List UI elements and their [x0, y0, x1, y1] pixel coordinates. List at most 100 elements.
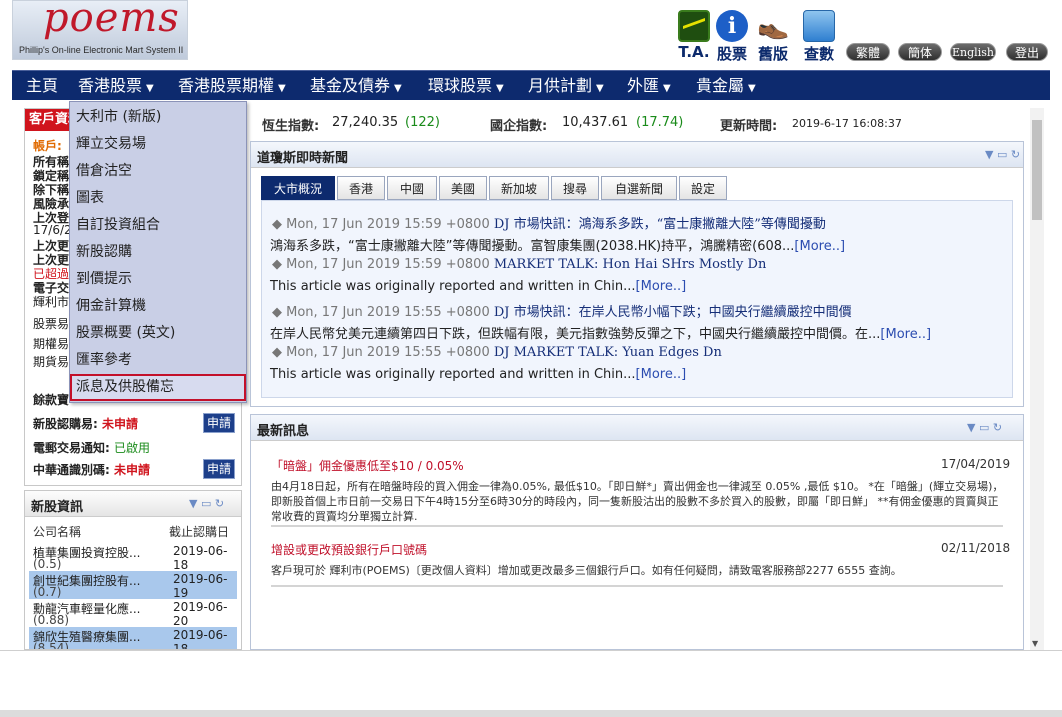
nav-hk-stocks[interactable]: 香港股票 ▼	[78, 71, 154, 101]
old-version-tool-button[interactable]: 👞 舊版	[753, 10, 793, 64]
more-link[interactable]: [More..]	[636, 279, 687, 294]
logout-button[interactable]: 登出	[1006, 43, 1048, 61]
list-item[interactable]: 創世紀集團控股有... (0.7) 2019-06-19	[29, 571, 237, 600]
menu-item-bull-market[interactable]: 大利市 (新版)	[70, 104, 246, 131]
more-link[interactable]: [More..]	[636, 367, 687, 382]
panel-controls-icon[interactable]: ▼ ▭ ↻	[985, 148, 1020, 161]
client-row[interactable]: 輝利市	[33, 293, 69, 310]
update-time-value: 2019-6-17 16:08:37	[792, 117, 902, 130]
stock-tool-button[interactable]: i 股票	[712, 10, 752, 64]
announcement-title[interactable]: 「暗盤」佣金優惠低至$10 / 0.05%	[271, 457, 464, 474]
menu-item-custom-portfolio[interactable]: 自訂投資組合	[70, 212, 246, 239]
chevron-down-icon: ▼	[496, 83, 504, 94]
old-version-label: 舊版	[757, 45, 788, 63]
stock-label: 股票	[716, 45, 747, 63]
more-link[interactable]: [More..]	[794, 239, 845, 254]
shoe-icon: 👞	[757, 11, 790, 41]
col-company-name: 公司名稱	[33, 525, 82, 539]
list-item[interactable]: 錦欣生殖醫療集團... (8.54) 2019-06-18	[29, 627, 237, 649]
scrollbar-thumb[interactable]	[1032, 120, 1042, 220]
scroll-down-icon[interactable]: ▼	[1032, 639, 1038, 648]
news-title-link[interactable]: DJ 市場快訊：鴻海系多跌，“富士康撇離大陸”等傳聞擾動	[494, 217, 826, 232]
nav-home[interactable]: 主頁	[26, 71, 58, 101]
news-summary: This article was originally reported and…	[270, 279, 687, 294]
hsi-change: (122)	[405, 115, 440, 130]
list-item[interactable]: ◆ Mon, 17 Jun 2019 15:55 +0800 DJ MARKET…	[272, 345, 722, 360]
nav-precious-metals[interactable]: 貴金屬 ▼	[696, 71, 756, 101]
chart-icon	[678, 10, 710, 42]
traditional-chinese-button[interactable]: 繁體	[846, 43, 890, 61]
tab-settings[interactable]: 設定	[679, 176, 727, 200]
nav-monthly-plan[interactable]: 月供計劃 ▼	[528, 71, 604, 101]
divider	[271, 525, 1003, 527]
more-link[interactable]: [More..]	[880, 327, 931, 342]
news-title-link[interactable]: DJ 市場快訊：在岸人民幣小幅下跌；中國央行繼續嚴控中間價	[494, 305, 852, 320]
ta-tool-button[interactable]: T.A.	[674, 10, 714, 61]
news-title-link[interactable]: MARKET TALK: Hon Hai SHrs Mostly Dn	[494, 257, 766, 272]
logo-tagline: Phillip's On-line Electronic Mart System…	[19, 45, 184, 55]
simplified-chinese-button[interactable]: 簡体	[898, 43, 942, 61]
nav-forex[interactable]: 外匯 ▼	[627, 71, 671, 101]
panel-controls-icon[interactable]: ▼ ▭ ↻	[967, 421, 1002, 434]
list-item[interactable]: ◆ Mon, 17 Jun 2019 15:59 +0800 MARKET TA…	[272, 257, 766, 272]
list-item[interactable]: 植華集團投資控股... (0.5) 2019-06-18	[29, 543, 237, 572]
list-item[interactable]: 勳龍汽車輕量化應... (0.88) 2019-06-20	[29, 599, 237, 628]
email-notice-status: 已啟用	[114, 441, 151, 455]
menu-item-charts[interactable]: 圖表	[70, 185, 246, 212]
china-connect-apply-button[interactable]: 申請	[203, 459, 235, 479]
divider	[271, 585, 1003, 587]
chevron-down-icon: ▼	[394, 83, 402, 94]
menu-item-exchange-rate[interactable]: 匯率參考	[70, 347, 246, 374]
news-panel-title: 道瓊斯即時新聞	[257, 151, 349, 166]
announcement-body: 客戶現可於 輝利市(POEMS)〔更改個人資料〕增加或更改最多三個銀行戶口。如有…	[271, 564, 902, 577]
menu-item-ipo-subscription[interactable]: 新股認購	[70, 239, 246, 266]
list-item[interactable]: ◆ Mon, 17 Jun 2019 15:55 +0800 DJ 市場快訊：在…	[272, 301, 852, 320]
header: poems Phillip's On-line Electronic Mart …	[0, 0, 1062, 68]
news-list: ◆ Mon, 17 Jun 2019 15:59 +0800 DJ 市場快訊：鴻…	[261, 200, 1013, 398]
menu-item-commission-calculator[interactable]: 佣金計算機	[70, 293, 246, 320]
tab-hong-kong[interactable]: 香港	[337, 176, 385, 200]
page-scrollbar[interactable]: ▼	[1030, 108, 1044, 650]
tab-singapore[interactable]: 新加坡	[489, 176, 549, 200]
english-button[interactable]: English	[950, 43, 996, 61]
chevron-down-icon: ▼	[146, 83, 154, 94]
client-info-heading: 客戶資料	[25, 109, 71, 131]
latest-panel-title: 最新訊息	[257, 424, 310, 439]
announcement-title[interactable]: 增設或更改預設銀行戶口號碼	[271, 541, 427, 558]
list-item[interactable]: ◆ Mon, 17 Jun 2019 15:59 +0800 DJ 市場快訊：鴻…	[272, 213, 826, 232]
poems-logo[interactable]: poems Phillip's On-line Electronic Mart …	[12, 0, 188, 60]
update-time-label: 更新時間:	[720, 119, 778, 134]
menu-item-trading-hall[interactable]: 輝立交易場	[70, 131, 246, 158]
latest-panel-header: 最新訊息 ▼ ▭ ↻	[251, 415, 1023, 441]
ipo-label: 新股認購易: 未申請	[33, 417, 139, 431]
tab-usa[interactable]: 美國	[439, 176, 487, 200]
tab-market-overview[interactable]: 大市概況	[261, 176, 335, 200]
tab-china[interactable]: 中國	[387, 176, 437, 200]
window-icon	[803, 10, 835, 42]
info-icon: i	[716, 10, 748, 42]
menu-item-short-sell[interactable]: 借倉沽空	[70, 158, 246, 185]
nav-hk-options[interactable]: 香港股票期權 ▼	[178, 71, 286, 101]
chevron-down-icon: ▼	[278, 83, 286, 94]
client-row[interactable]: 期貨易	[33, 353, 69, 370]
menu-item-dividend-memo[interactable]: 派息及供股備忘	[70, 374, 246, 401]
menu-item-price-alert[interactable]: 到價提示	[70, 266, 246, 293]
announcement-date: 17/04/2019	[941, 457, 1011, 471]
tab-search[interactable]: 搜尋	[551, 176, 599, 200]
latest-news-panel: 最新訊息 ▼ ▭ ↻ 「暗盤」佣金優惠低至$10 / 0.05% 17/04/2…	[250, 414, 1024, 650]
hsi-label: 恆生指數:	[262, 119, 320, 134]
client-row[interactable]: 期權易	[33, 335, 69, 352]
query-tool-button[interactable]: 查數	[799, 10, 839, 64]
client-row[interactable]: 股票易	[33, 315, 69, 332]
chevron-down-icon: ▼	[596, 83, 604, 94]
menu-item-stock-summary[interactable]: 股票概要 (英文)	[70, 320, 246, 347]
ipo-apply-button[interactable]: 申請	[203, 413, 235, 433]
logo-wordmark: poems	[43, 0, 180, 41]
tab-custom-news[interactable]: 自選新聞	[601, 176, 677, 200]
news-title-link[interactable]: DJ MARKET TALK: Yuan Edges Dn	[494, 345, 722, 360]
client-row: 17/6/2	[33, 223, 72, 237]
nav-funds-bonds[interactable]: 基金及債券 ▼	[310, 71, 402, 101]
panel-controls-icon[interactable]: ▼ ▭ ↻	[189, 497, 224, 510]
nav-global-stocks[interactable]: 環球股票 ▼	[428, 71, 504, 101]
new-share-header: 新股資訊 ▼ ▭ ↻	[25, 491, 241, 517]
